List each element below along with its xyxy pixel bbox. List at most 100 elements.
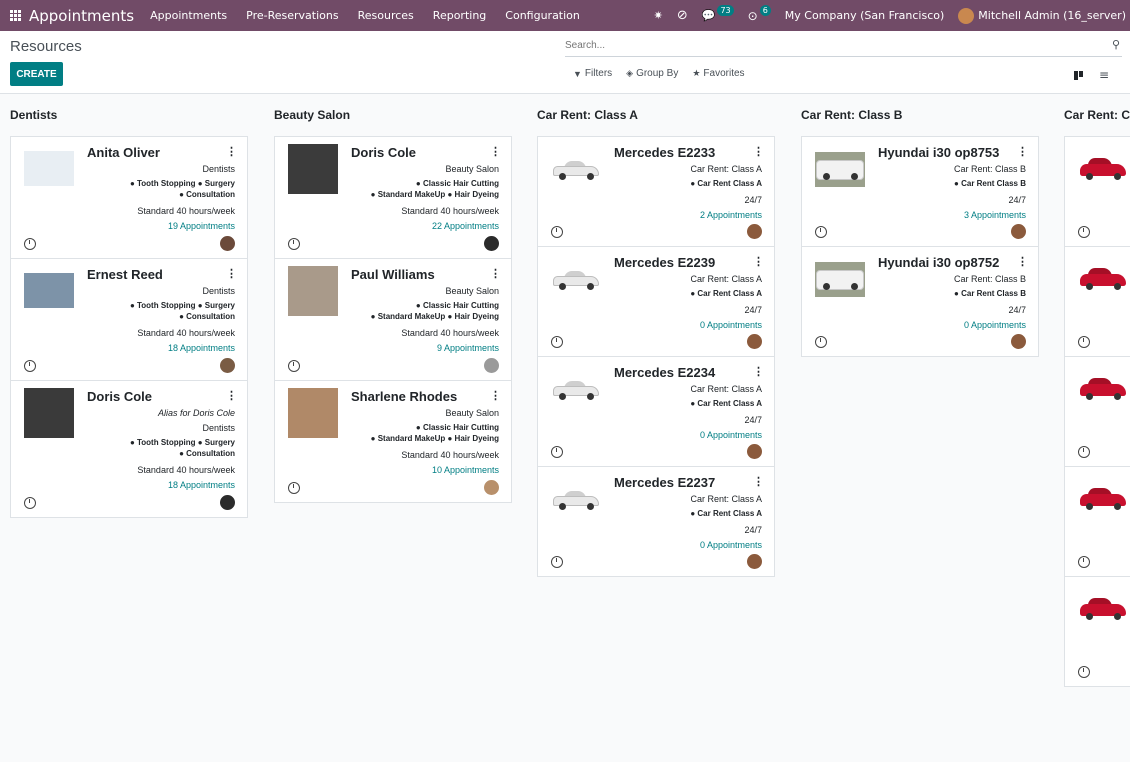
activity-clock-icon[interactable]	[288, 360, 300, 372]
filters-button[interactable]: ▼ Filters	[573, 68, 612, 79]
card-menu-icon[interactable]: ⋮	[226, 267, 237, 280]
user-menu[interactable]: Mitchell Admin (16_server)	[958, 7, 1126, 24]
resource-card[interactable]: Doris Cole ⋮ Alias for Doris Cole Dentis…	[10, 380, 248, 518]
company-switcher[interactable]: My Company (San Francisco)	[785, 9, 944, 22]
resource-card[interactable]	[1064, 576, 1130, 687]
resource-tags: ● Consultation	[179, 312, 235, 321]
resource-card[interactable]: Paul Williams ⋮ Beauty Salon ● Classic H…	[274, 258, 512, 381]
appointments-link[interactable]: 22 Appointments	[432, 221, 499, 231]
resource-card[interactable]: Mercedes E2239 ⋮ Car Rent: Class A ● Car…	[537, 246, 775, 357]
resource-type: Dentists	[202, 164, 235, 174]
menu-appointments[interactable]: Appointments	[150, 9, 227, 22]
activity-clock-icon[interactable]	[551, 446, 563, 458]
column-title[interactable]: Car Rent: Cl	[1064, 108, 1130, 122]
resource-card[interactable]	[1064, 136, 1130, 247]
card-menu-icon[interactable]: ⋮	[753, 255, 764, 268]
activity-clock-icon[interactable]	[288, 238, 300, 250]
card-menu-icon[interactable]: ⋮	[226, 389, 237, 402]
menu-pre-reservations[interactable]: Pre-Reservations	[246, 9, 338, 22]
activity-clock-icon[interactable]	[1078, 226, 1090, 238]
appointments-link[interactable]: 3 Appointments	[964, 210, 1026, 220]
column-title[interactable]: Dentists	[10, 108, 57, 122]
app-brand[interactable]: Appointments	[29, 7, 134, 25]
create-button[interactable]: CREATE	[10, 62, 63, 86]
resource-card[interactable]: Mercedes E2233 ⋮ Car Rent: Class A ● Car…	[537, 136, 775, 247]
resource-card[interactable]: Mercedes E2237 ⋮ Car Rent: Class A ● Car…	[537, 466, 775, 577]
appointments-link[interactable]: 0 Appointments	[700, 430, 762, 440]
search-input[interactable]	[565, 40, 1095, 51]
activity-clock-icon[interactable]	[815, 336, 827, 348]
resource-card[interactable]: Anita Oliver ⋮ Dentists ● Tooth Stopping…	[10, 136, 248, 259]
resource-card[interactable]: Hyundai i30 op8753 ⋮ Car Rent: Class B ●…	[801, 136, 1039, 247]
column-title[interactable]: Car Rent: Class B	[801, 108, 902, 122]
appointments-link[interactable]: 2 Appointments	[700, 210, 762, 220]
resource-type: Beauty Salon	[445, 408, 499, 418]
groupby-button[interactable]: ◈ Group By	[626, 68, 678, 79]
menu-reporting[interactable]: Reporting	[433, 9, 486, 22]
card-menu-icon[interactable]: ⋮	[1017, 255, 1028, 268]
appointments-link[interactable]: 19 Appointments	[168, 221, 235, 231]
appointments-link[interactable]: 10 Appointments	[432, 465, 499, 475]
menu-configuration[interactable]: Configuration	[505, 9, 580, 22]
resource-card[interactable]: Sharlene Rhodes ⋮ Beauty Salon ● Classic…	[274, 380, 512, 503]
resource-card[interactable]	[1064, 246, 1130, 357]
column-title[interactable]: Car Rent: Class A	[537, 108, 638, 122]
activity-clock-icon[interactable]	[1078, 336, 1090, 348]
appointments-link[interactable]: 0 Appointments	[700, 540, 762, 550]
card-menu-icon[interactable]: ⋮	[490, 389, 501, 402]
card-menu-icon[interactable]: ⋮	[1017, 145, 1028, 158]
activity-clock-icon[interactable]	[551, 336, 563, 348]
card-menu-icon[interactable]: ⋮	[753, 475, 764, 488]
appointments-link[interactable]: 0 Appointments	[700, 320, 762, 330]
debug-bug-icon[interactable]: ✷	[654, 9, 663, 22]
appointments-link[interactable]: 9 Appointments	[437, 343, 499, 353]
resource-image	[288, 388, 338, 438]
activity-clock-icon[interactable]	[1078, 556, 1090, 568]
activity-clock-icon[interactable]	[24, 238, 36, 250]
activity-clock-icon[interactable]	[24, 360, 36, 372]
resource-card[interactable]: Doris Cole ⋮ Beauty Salon ● Classic Hair…	[274, 136, 512, 259]
card-menu-icon[interactable]: ⋮	[226, 145, 237, 158]
resource-tags: ● Tooth Stopping ● Surgery	[129, 438, 235, 447]
page-title[interactable]: Resources	[10, 38, 82, 55]
resource-type: Car Rent: Class A	[690, 494, 762, 504]
appointments-link[interactable]: 0 Appointments	[964, 320, 1026, 330]
owner-avatar	[747, 224, 762, 239]
activity-clock-icon[interactable]	[1078, 446, 1090, 458]
search-icon[interactable]: ⚲	[1112, 38, 1120, 51]
activity-clock-icon[interactable]	[551, 556, 563, 568]
kanban-view-button[interactable]	[1069, 67, 1087, 83]
owner-avatar	[747, 554, 762, 569]
activity-clock-icon[interactable]	[288, 482, 300, 494]
card-menu-icon[interactable]: ⋮	[753, 145, 764, 158]
list-view-button[interactable]: ≡	[1095, 67, 1113, 83]
owner-avatar	[1011, 224, 1026, 239]
resource-tags: ● Classic Hair Cutting	[415, 179, 499, 188]
appointments-link[interactable]: 18 Appointments	[168, 480, 235, 490]
card-menu-icon[interactable]: ⋮	[490, 145, 501, 158]
column-title[interactable]: Beauty Salon	[274, 108, 350, 122]
card-menu-icon[interactable]: ⋮	[753, 365, 764, 378]
activity-clock-icon[interactable]	[24, 497, 36, 509]
resource-card[interactable]: Hyundai i30 op8752 ⋮ Car Rent: Class B ●…	[801, 246, 1039, 357]
menu-resources[interactable]: Resources	[358, 9, 414, 22]
resource-card[interactable]	[1064, 356, 1130, 467]
activity-clock-icon[interactable]	[815, 226, 827, 238]
voip-phone-icon[interactable]: ⊘	[677, 8, 688, 23]
favorites-button[interactable]: ★ Favorites	[692, 68, 744, 79]
resource-tags: ● Consultation	[179, 190, 235, 199]
resource-type: Car Rent: Class B	[953, 164, 1026, 174]
resource-image	[1078, 592, 1128, 627]
activity-clock-icon[interactable]	[551, 226, 563, 238]
resource-card[interactable]: Mercedes E2234 ⋮ Car Rent: Class A ● Car…	[537, 356, 775, 467]
resource-card[interactable]: Ernest Reed ⋮ Dentists ● Tooth Stopping …	[10, 258, 248, 381]
card-menu-icon[interactable]: ⋮	[490, 267, 501, 280]
messages-button[interactable]: 💬 73	[702, 5, 734, 22]
activity-clock-icon[interactable]	[1078, 666, 1090, 678]
resource-tags: ● Classic Hair Cutting	[415, 301, 499, 310]
activities-button[interactable]: ⊙ 6	[748, 5, 771, 23]
apps-menu-icon[interactable]	[2, 0, 28, 31]
appointments-link[interactable]: 18 Appointments	[168, 343, 235, 353]
resource-card[interactable]	[1064, 466, 1130, 577]
list-icon: ≡	[1098, 68, 1110, 82]
